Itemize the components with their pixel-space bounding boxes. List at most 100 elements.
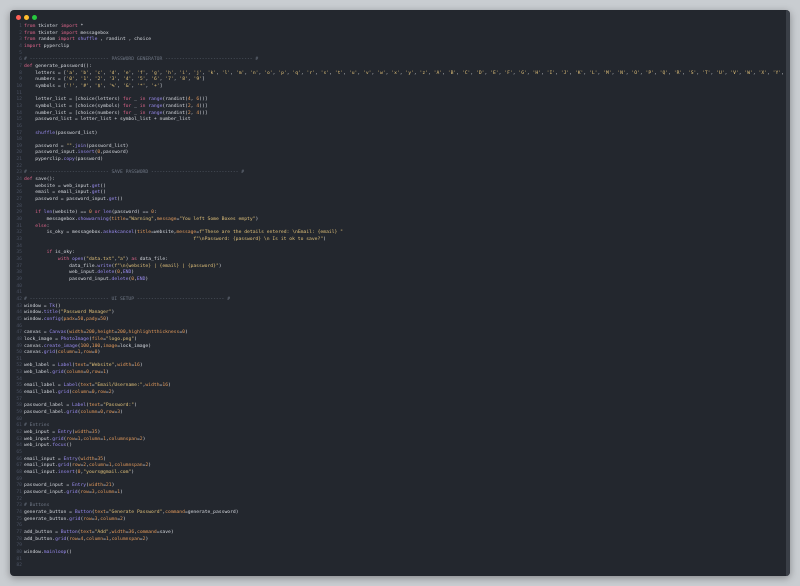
- code-line: 30 messagebox.showwarning(title="Warning…: [10, 217, 786, 224]
- code-line: 26 email = email_input.get(): [10, 190, 786, 197]
- line-number: 70: [16, 483, 22, 489]
- code-line: 65: [10, 450, 786, 457]
- code-text: is_oky = messagebox.askokcancel(title=we…: [46, 230, 344, 236]
- code-line: 72: [10, 497, 786, 504]
- code-line: 44 window.title("Password Manager"): [10, 310, 786, 317]
- line-number: 74: [16, 509, 22, 515]
- line-number: 38: [16, 270, 22, 276]
- code-line: 80 window.mainloop(): [10, 550, 786, 557]
- code-line: 12 letter_list = [choice(letters) for _ …: [10, 97, 786, 104]
- code-text: canvas = Canvas(width=200,height=200,hig…: [24, 330, 188, 336]
- code-line: 76: [10, 523, 786, 530]
- code-line: 74 generate_button = Button(text="Generat…: [10, 510, 786, 517]
- line-number: 9: [19, 77, 22, 83]
- code-line: 45 window.config(padx=50,pady=50): [10, 317, 786, 324]
- code-line: 68 email_input.insert(0,"yours@gmail.com"…: [10, 470, 786, 477]
- line-number: 21: [16, 157, 22, 163]
- code-text: email_input.grid(row=2,column=1,columnsp…: [24, 463, 152, 469]
- code-line: 82: [10, 563, 786, 570]
- line-number: 48: [16, 336, 22, 342]
- code-text: # ---------------------------- UI SETUP …: [24, 296, 231, 302]
- code-text: with open("data.txt","a") as data_file:: [57, 256, 169, 262]
- line-number: 80: [16, 549, 22, 555]
- line-number: 67: [16, 463, 22, 469]
- line-number: 56: [16, 390, 22, 396]
- code-text: # ---------------------------- SAVE PASS…: [24, 170, 245, 176]
- line-number: 15: [16, 117, 22, 123]
- code-area[interactable]: 1 from tkinter import * 2 from tkinter impo…: [10, 24, 790, 570]
- code-line: 33 f"\nPassword: {password} \n Is it ok …: [10, 237, 786, 244]
- code-text: window.title("Password Manager"): [24, 310, 115, 316]
- line-number: 47: [16, 330, 22, 336]
- code-line: 79: [10, 543, 786, 550]
- code-line: 58 password_label = Label(text="Password:…: [10, 403, 786, 410]
- code-text: symbols = ['!', '#', '$', '%', '&', '*',…: [35, 83, 163, 89]
- code-line: 38 web_input.delete(0,END): [10, 270, 786, 277]
- code-text: password_input.delete(0,END): [69, 276, 149, 282]
- code-line: 6 # ---------------------------- PASSWORD…: [10, 57, 786, 64]
- code-line: 77 add_button = Button(text="Add",width=3…: [10, 530, 786, 537]
- code-line: 59 password_label.grid(column=0,row=3): [10, 410, 786, 417]
- line-number: 42: [16, 296, 22, 302]
- line-number: 73: [16, 503, 22, 509]
- line-number: 12: [16, 97, 22, 103]
- code-line: 13 symbol_list = [choice(symbols) for _ …: [10, 104, 786, 111]
- code-text: generate_button = Button(text="Generate …: [24, 509, 239, 515]
- code-line: 50 canvas.grid(column=1,row=0): [10, 350, 786, 357]
- code-line: 47 canvas = Canvas(width=200,height=200,h…: [10, 330, 786, 337]
- code-text: def generate_password():: [24, 63, 92, 69]
- line-number: 18: [16, 137, 22, 143]
- code-text: password_input = Entry(width=21): [24, 483, 115, 489]
- code-line: 40: [10, 284, 786, 291]
- line-number: 64: [16, 443, 22, 449]
- code-line: 34: [10, 244, 786, 251]
- line-number: 10: [16, 83, 22, 89]
- code-editor-window: 1 from tkinter import * 2 from tkinter impo…: [10, 10, 790, 576]
- line-number: 68: [16, 469, 22, 475]
- close-window-button[interactable]: [16, 15, 21, 20]
- code-text: password_label.grid(column=0,row=3): [24, 410, 123, 416]
- code-line: 20 password_input.insert(0,password): [10, 150, 786, 157]
- code-text: shuffle(password_list): [35, 130, 98, 136]
- code-text: web_label.grid(column=0,row=1): [24, 370, 109, 376]
- line-number: 35: [16, 250, 22, 256]
- line-number: 27: [16, 197, 22, 203]
- code-line: 63 web_input.grid(row=1,column=1,columnsp…: [10, 437, 786, 444]
- code-text: email_label.grid(column=0,row=2): [24, 390, 115, 396]
- minimize-window-button[interactable]: [24, 15, 29, 20]
- code-line: 62 web_input = Entry(width=35): [10, 430, 786, 437]
- code-line: 4 import pyperclip: [10, 44, 786, 51]
- code-line: 81: [10, 557, 786, 564]
- line-number: 77: [16, 529, 22, 535]
- code-text: from tkinter import *: [24, 24, 84, 29]
- scrollbar[interactable]: [786, 10, 790, 576]
- code-line: 42 # ---------------------------- UI SETU…: [10, 297, 786, 304]
- code-line: 27 password = password_input.get(): [10, 197, 786, 204]
- line-number: 1: [19, 24, 22, 29]
- code-line: 56 email_label.grid(column=0,row=2): [10, 390, 786, 397]
- line-number: 39: [16, 276, 22, 282]
- maximize-window-button[interactable]: [32, 15, 37, 20]
- code-line: 24 def save():: [10, 177, 786, 184]
- code-line: 17 shuffle(password_list): [10, 131, 786, 138]
- line-number: 82: [16, 563, 22, 569]
- code-text: messagebox.showwarning(title="Warning",m…: [46, 217, 259, 223]
- code-line: 43 window = Tk(): [10, 304, 786, 311]
- code-text: canvas.grid(column=1,row=0): [24, 350, 101, 356]
- line-number: 44: [16, 310, 22, 316]
- code-line: 52 web_label = Label(text="Website",width…: [10, 363, 786, 370]
- line-number: 6: [19, 57, 22, 63]
- code-line: 49 canvas.create_image(100,100,image=lock…: [10, 344, 786, 351]
- line-number: 4: [19, 43, 22, 49]
- code-text: letter_list = [choice(letters) for _ in …: [35, 97, 208, 103]
- code-line: 36 with open("data.txt","a") as data_fil…: [10, 257, 786, 264]
- code-text: web_input.delete(0,END): [69, 270, 135, 276]
- line-number: 45: [16, 316, 22, 322]
- code-line: 61 # Entries: [10, 423, 786, 430]
- line-number: 41: [16, 290, 22, 296]
- code-line: 3 from random import shuffle , randint , …: [10, 37, 786, 44]
- code-line: 75 generate_button.grid(row=3,column=2): [10, 517, 786, 524]
- code-line: 73 # Buttons: [10, 503, 786, 510]
- line-number: 3: [19, 37, 22, 43]
- line-number: 16: [16, 123, 22, 129]
